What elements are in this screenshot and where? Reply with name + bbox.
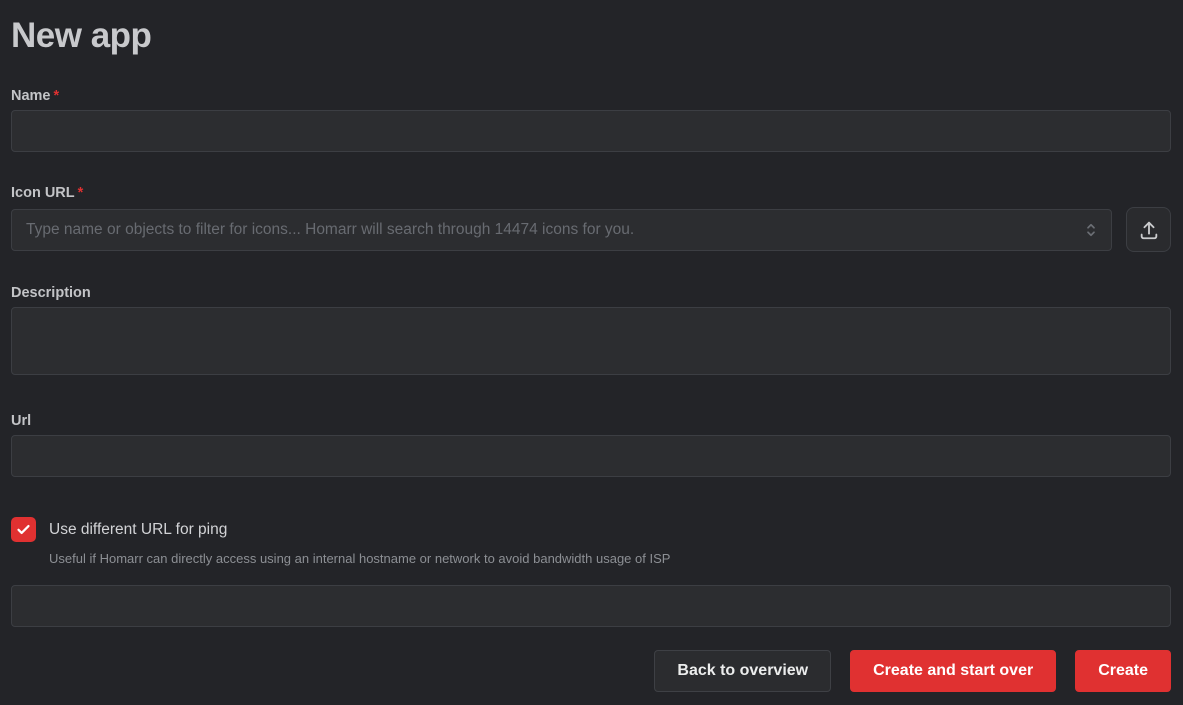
upload-icon-button[interactable]: [1126, 207, 1171, 252]
url-label: Url: [11, 411, 1171, 431]
ping-url-input[interactable]: [11, 585, 1171, 627]
form-actions: Back to overview Create and start over C…: [11, 650, 1171, 692]
ping-helper-text: Useful if Homarr can directly access usi…: [49, 550, 1171, 567]
ping-checkbox[interactable]: [11, 517, 36, 542]
create-and-start-over-button[interactable]: Create and start over: [850, 650, 1056, 692]
description-field-group: Description: [11, 283, 1171, 380]
icon-url-field-group: Icon URL*: [11, 183, 1171, 252]
description-label: Description: [11, 283, 1171, 303]
icon-search-input[interactable]: [11, 209, 1112, 251]
checkmark-icon: [16, 522, 31, 537]
new-app-form: New app Name* Icon URL*: [0, 0, 1183, 692]
ping-checkbox-label[interactable]: Use different URL for ping: [49, 521, 227, 539]
page-title: New app: [11, 13, 1171, 59]
url-input[interactable]: [11, 435, 1171, 477]
ping-checkbox-row: Use different URL for ping: [11, 517, 1171, 542]
ping-section: Use different URL for ping Useful if Hom…: [11, 517, 1171, 627]
icon-url-label-text: Icon URL: [11, 185, 75, 201]
icon-url-label: Icon URL*: [11, 183, 1171, 203]
icon-url-row: [11, 207, 1171, 252]
upload-icon: [1138, 219, 1160, 241]
name-label: Name*: [11, 86, 1171, 106]
name-input[interactable]: [11, 110, 1171, 152]
name-required-mark: *: [54, 88, 60, 104]
url-field-group: Url: [11, 411, 1171, 477]
back-to-overview-button[interactable]: Back to overview: [654, 650, 831, 692]
icon-search-select: [11, 209, 1112, 251]
create-button[interactable]: Create: [1075, 650, 1171, 692]
icon-url-required-mark: *: [78, 185, 84, 201]
ping-url-field: [11, 585, 1171, 627]
name-label-text: Name: [11, 88, 51, 104]
description-textarea[interactable]: [11, 307, 1171, 375]
name-field-group: Name*: [11, 86, 1171, 152]
